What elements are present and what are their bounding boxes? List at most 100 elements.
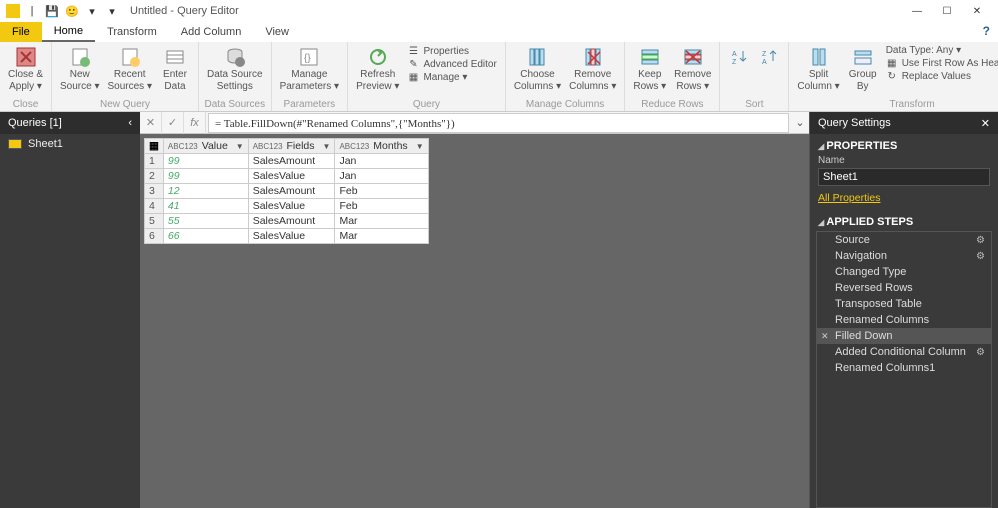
properties-section-title: PROPERTIES: [810, 134, 998, 155]
row-number: 4: [145, 199, 164, 214]
refresh-preview-button[interactable]: Refresh Preview ▾: [352, 44, 403, 94]
replace-values-button[interactable]: ↻Replace Values: [886, 70, 998, 82]
table-row[interactable]: 4 41 SalesValue Feb: [145, 199, 429, 214]
properties-icon: ☰: [407, 45, 419, 57]
applied-step[interactable]: Changed Type: [817, 264, 991, 280]
cancel-formula-button[interactable]: ✕: [140, 112, 162, 134]
close-apply-button[interactable]: Close & Apply ▾: [4, 44, 47, 94]
column-header-value[interactable]: ABC123Value▼: [163, 139, 248, 154]
accept-formula-button[interactable]: ✓: [162, 112, 184, 134]
table-row[interactable]: 6 66 SalesValue Mar: [145, 229, 429, 244]
chevron-down-icon[interactable]: ▼: [410, 142, 424, 151]
advanced-editor-button[interactable]: ✎Advanced Editor: [407, 58, 496, 70]
close-icon[interactable]: ✕: [981, 117, 990, 130]
tab-file[interactable]: File: [0, 22, 42, 42]
applied-step[interactable]: Renamed Columns1: [817, 360, 991, 376]
applied-step[interactable]: ✕Filled Down: [817, 328, 991, 344]
gear-icon[interactable]: ⚙: [976, 251, 985, 262]
formula-dropdown-button[interactable]: ⌄: [791, 116, 809, 129]
name-input[interactable]: [818, 168, 990, 186]
tab-transform[interactable]: Transform: [95, 22, 169, 42]
cell-months[interactable]: Feb: [335, 199, 428, 214]
cell-fields[interactable]: SalesAmount: [248, 184, 335, 199]
enter-data-button[interactable]: Enter Data: [156, 44, 194, 94]
split-column-button[interactable]: Split Column ▾: [793, 44, 843, 94]
column-header-fields[interactable]: ABC123Fields▼: [248, 139, 335, 154]
svg-text:{}: {}: [304, 53, 311, 64]
cell-fields[interactable]: SalesValue: [248, 199, 335, 214]
new-source-button[interactable]: New Source ▾: [56, 44, 103, 94]
column-header-months[interactable]: ABC123Months▼: [335, 139, 428, 154]
name-label: Name: [818, 155, 990, 166]
cell-fields[interactable]: SalesAmount: [248, 154, 335, 169]
manage-icon: ▦: [407, 71, 419, 83]
collapse-icon[interactable]: ‹: [128, 117, 132, 129]
step-label: Renamed Columns1: [835, 362, 935, 374]
row-number: 1: [145, 154, 164, 169]
use-first-row-button[interactable]: ▦Use First Row As Headers ▾: [886, 57, 998, 69]
query-item-sheet1[interactable]: Sheet1: [0, 134, 140, 154]
cell-months[interactable]: Jan: [335, 154, 428, 169]
cell-value[interactable]: 12: [163, 184, 248, 199]
save-icon[interactable]: 💾: [44, 3, 60, 19]
emoji-icon[interactable]: 🙂: [64, 3, 80, 19]
applied-step[interactable]: Renamed Columns: [817, 312, 991, 328]
cell-value[interactable]: 66: [163, 229, 248, 244]
table-row[interactable]: 2 99 SalesValue Jan: [145, 169, 429, 184]
gear-icon[interactable]: ⚙: [976, 235, 985, 246]
close-window-button[interactable]: ✕: [962, 0, 992, 22]
choose-columns-icon: [526, 46, 548, 68]
applied-step[interactable]: Transposed Table: [817, 296, 991, 312]
chevron-down-icon[interactable]: ▼: [230, 142, 244, 151]
cell-value[interactable]: 99: [163, 154, 248, 169]
tab-add-column[interactable]: Add Column: [169, 22, 254, 42]
help-icon[interactable]: ?: [983, 24, 990, 38]
applied-step[interactable]: Navigation⚙: [817, 248, 991, 264]
cell-fields[interactable]: SalesValue: [248, 229, 335, 244]
cell-months[interactable]: Feb: [335, 184, 428, 199]
tab-home[interactable]: Home: [42, 22, 95, 42]
table-row[interactable]: 5 55 SalesAmount Mar: [145, 214, 429, 229]
group-label-parameters: Parameters: [276, 99, 343, 111]
redo-icon[interactable]: ▾: [104, 3, 120, 19]
chevron-down-icon[interactable]: ▼: [317, 142, 331, 151]
cell-fields[interactable]: SalesValue: [248, 169, 335, 184]
replace-values-icon: ↻: [886, 70, 898, 82]
manage-parameters-button[interactable]: {}Manage Parameters ▾: [276, 44, 343, 94]
manage-button[interactable]: ▦Manage ▾: [407, 71, 496, 83]
keep-rows-button[interactable]: Keep Rows ▾: [629, 44, 670, 94]
applied-step[interactable]: Reversed Rows: [817, 280, 991, 296]
cell-months[interactable]: Jan: [335, 169, 428, 184]
data-type-button[interactable]: Data Type: Any ▾: [886, 45, 998, 56]
cell-months[interactable]: Mar: [335, 229, 428, 244]
recent-sources-button[interactable]: Recent Sources ▾: [104, 44, 156, 94]
cell-value[interactable]: 99: [163, 169, 248, 184]
applied-step[interactable]: Added Conditional Column⚙: [817, 344, 991, 360]
cell-value[interactable]: 55: [163, 214, 248, 229]
properties-button[interactable]: ☰Properties: [407, 45, 496, 57]
cell-value[interactable]: 41: [163, 199, 248, 214]
remove-columns-button[interactable]: Remove Columns ▾: [565, 44, 620, 94]
minimize-button[interactable]: —: [902, 0, 932, 22]
sort-asc-button[interactable]: AZ: [724, 44, 754, 71]
cell-fields[interactable]: SalesAmount: [248, 214, 335, 229]
table-row[interactable]: 1 99 SalesAmount Jan: [145, 154, 429, 169]
all-properties-link[interactable]: All Properties: [810, 190, 998, 210]
maximize-button[interactable]: ☐: [932, 0, 962, 22]
manage-parameters-icon: {}: [298, 46, 320, 68]
table-corner[interactable]: ▦: [145, 139, 164, 154]
formula-input[interactable]: = Table.FillDown(#"Renamed Columns",{"Mo…: [208, 113, 789, 133]
applied-step[interactable]: Source⚙: [817, 232, 991, 248]
remove-rows-button[interactable]: Remove Rows ▾: [670, 44, 715, 94]
sort-desc-button[interactable]: ZA: [754, 44, 784, 71]
choose-columns-button[interactable]: Choose Columns ▾: [510, 44, 565, 94]
table-row[interactable]: 3 12 SalesAmount Feb: [145, 184, 429, 199]
data-source-settings-button[interactable]: Data Source Settings: [203, 44, 267, 94]
fx-button[interactable]: fx: [184, 112, 206, 134]
tab-view[interactable]: View: [253, 22, 301, 42]
group-by-button[interactable]: Group By: [844, 44, 882, 94]
gear-icon[interactable]: ⚙: [976, 347, 985, 358]
cell-months[interactable]: Mar: [335, 214, 428, 229]
undo-icon[interactable]: ▾: [84, 3, 100, 19]
delete-step-icon[interactable]: ✕: [821, 331, 829, 342]
